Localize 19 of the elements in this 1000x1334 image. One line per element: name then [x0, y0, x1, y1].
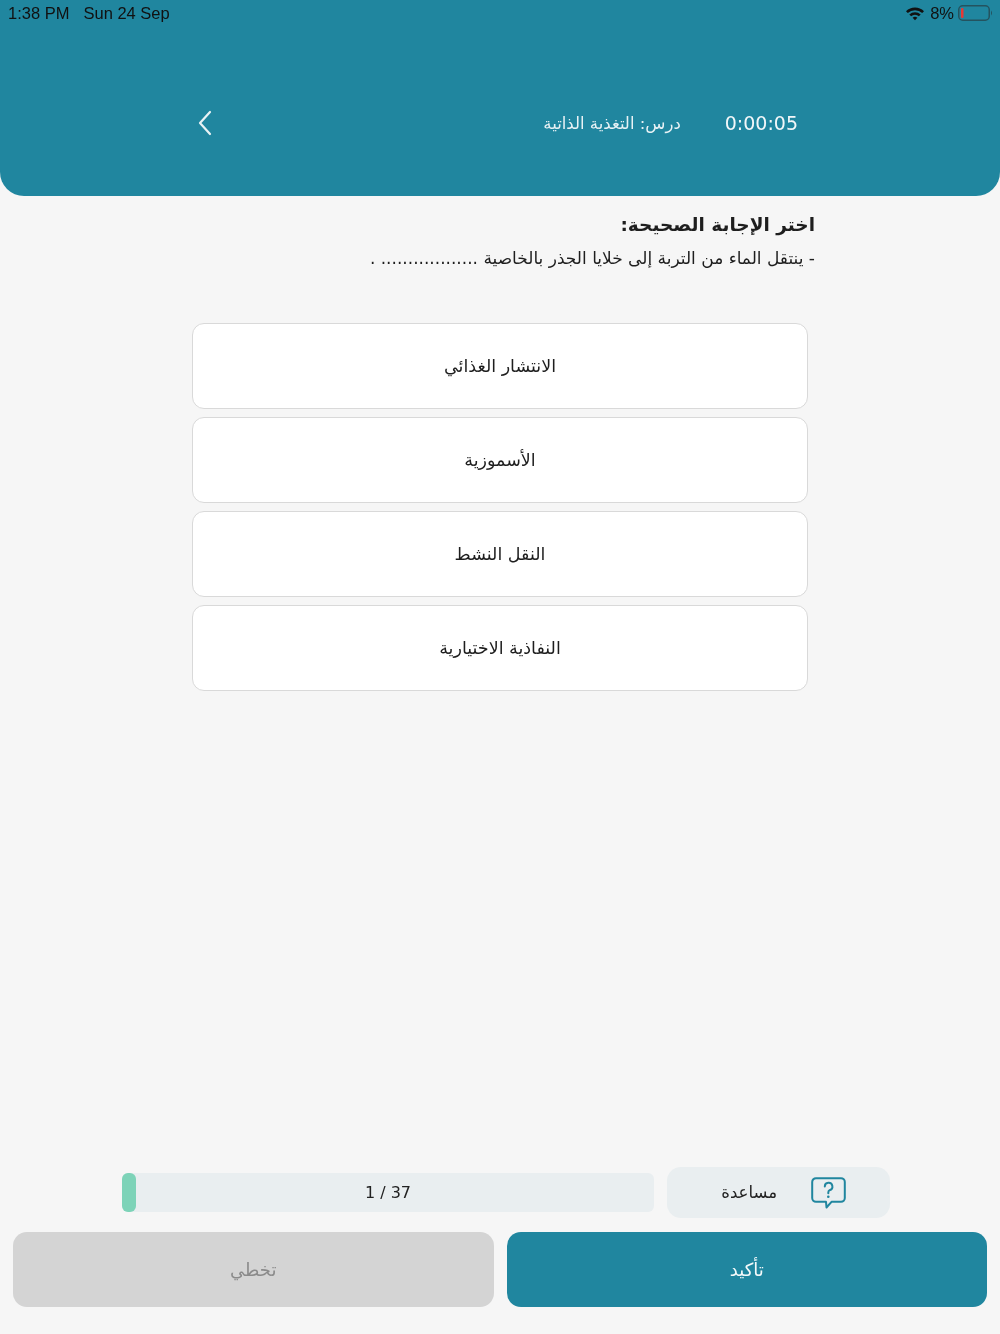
battery-icon	[958, 5, 993, 21]
timer: 0:00:05	[724, 112, 798, 134]
progress-label: 1 / 37	[364, 1183, 412, 1202]
wifi-icon	[905, 5, 926, 21]
back-chevron-icon	[198, 110, 212, 136]
battery-percent: 8%	[930, 3, 954, 23]
help-button[interactable]: مساعدة	[667, 1167, 890, 1218]
answer-option[interactable]: النقل النشط	[192, 511, 808, 597]
answer-option[interactable]: الانتشار الغذائي	[192, 323, 808, 409]
question-bubble-icon	[811, 1176, 846, 1209]
status-time: 1:38 PM	[8, 3, 70, 23]
question-text: - ينتقل الماء من التربة إلى خلايا الجذر بالخاصية .................. .	[368, 247, 815, 270]
answer-option[interactable]: الأسموزية	[192, 417, 808, 503]
back-button[interactable]	[196, 108, 214, 138]
question-instruction: اختر الإجابة الصحيحة:	[619, 213, 815, 238]
status-date: Sun 24 Sep	[83, 3, 170, 23]
answer-option[interactable]: النفاذية الاختيارية	[192, 605, 808, 691]
lesson-title: درس: التغذية الذاتية	[543, 113, 681, 133]
confirm-button[interactable]: تأكيد	[506, 1232, 987, 1307]
